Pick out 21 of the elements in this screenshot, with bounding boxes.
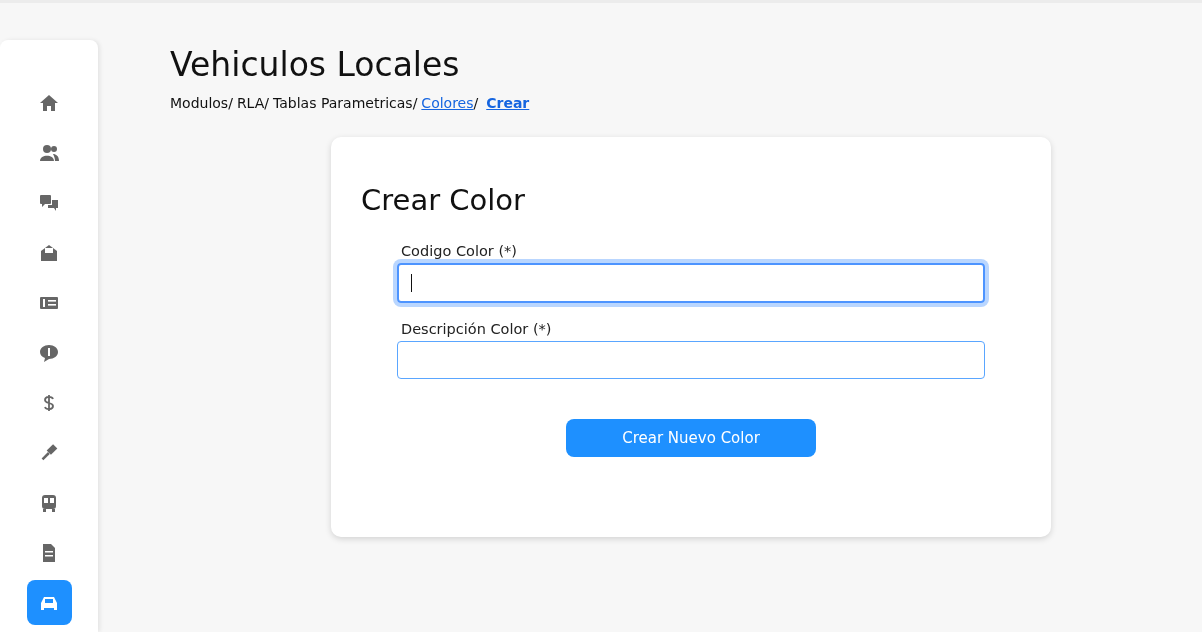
- envelope-icon: [39, 242, 59, 263]
- field-label: Codigo Color (*): [400, 243, 518, 259]
- breadcrumb-item: /: [473, 95, 479, 111]
- breadcrumb-item: Tablas Parametricas/: [273, 95, 418, 111]
- breadcrumb-current-link[interactable]: Crear: [486, 95, 530, 111]
- gavel-icon: [39, 442, 59, 463]
- breadcrumb-link[interactable]: Colores: [421, 95, 474, 111]
- field-label: Descripción Color (*): [400, 321, 553, 337]
- chat-icon: [39, 192, 59, 213]
- home-icon: [39, 92, 59, 113]
- breadcrumb-item: Modulos/: [170, 95, 233, 111]
- submit-button[interactable]: Crear Nuevo Color: [566, 419, 816, 457]
- bus-icon: [39, 492, 59, 513]
- users-icon: [39, 142, 59, 163]
- bubble-icon: [39, 342, 59, 363]
- input-field[interactable]: [397, 341, 985, 379]
- form-title: Crear Color: [361, 183, 526, 217]
- car-nav-button[interactable]: [26, 580, 72, 625]
- breadcrumb-item: RLA/: [236, 95, 270, 111]
- text-cursor: [411, 274, 412, 292]
- page-title: Vehiculos Locales: [170, 45, 461, 85]
